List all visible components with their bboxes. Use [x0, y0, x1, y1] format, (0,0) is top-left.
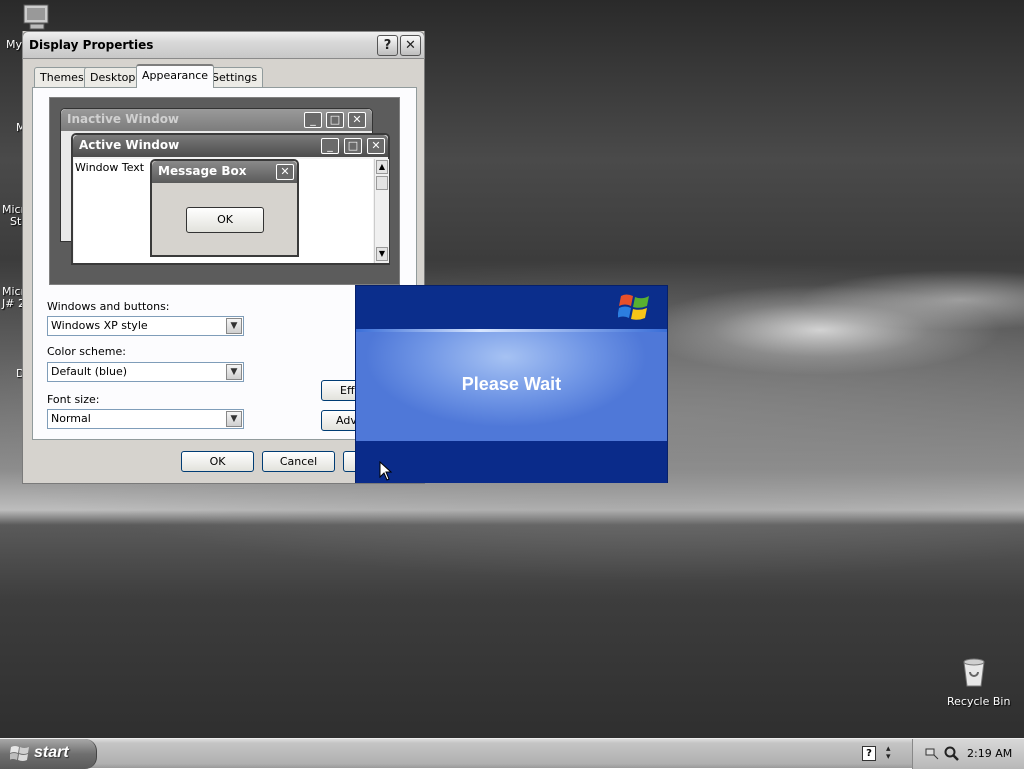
help-icon[interactable]: ? [862, 746, 876, 761]
help-button[interactable]: ? [377, 35, 398, 56]
windows-and-buttons-select[interactable]: Windows XP style ▼ [47, 316, 244, 336]
start-label: start [34, 744, 69, 761]
window-title: Display Properties [29, 38, 154, 52]
windows-flag-icon [9, 745, 30, 763]
tab-themes[interactable]: Themes [34, 67, 90, 87]
maximize-icon: □ [344, 138, 362, 154]
tab-settings[interactable]: Settings [206, 67, 264, 87]
search-icon[interactable] [943, 745, 959, 761]
preview-window-text: Window Text [75, 161, 145, 174]
minimize-icon: _ [304, 112, 322, 128]
recycle-bin-label[interactable]: Recycle Bin [947, 695, 1010, 708]
tab-appearance[interactable]: Appearance [136, 64, 215, 88]
scroll-thumb [376, 176, 388, 190]
font-size-select[interactable]: Normal ▼ [47, 409, 244, 429]
scroll-up-icon: ▲ [376, 160, 388, 174]
tray-arrow-icon[interactable]: ▴ ▾ [886, 745, 896, 763]
windows-and-buttons-value: Windows XP style [51, 319, 148, 332]
taskbar: start ? ▴ ▾ 2:19 AM [0, 738, 1024, 769]
color-scheme-label: Color scheme: [47, 345, 126, 358]
desktop-background: My M Micr St Micr J# 2 D Recycle Bin Dis… [0, 0, 1024, 769]
close-button[interactable]: ✕ [400, 35, 421, 56]
start-button[interactable]: start [0, 739, 97, 769]
ok-button[interactable]: OK [181, 451, 254, 472]
windows-logo-icon [617, 292, 652, 324]
windows-and-buttons-label: Windows and buttons: [47, 300, 170, 313]
system-tray: 2:19 AM [912, 739, 1024, 769]
desktop-icon-label[interactable]: My [6, 38, 22, 51]
maximize-icon: □ [326, 112, 344, 128]
window-titlebar[interactable]: Display Properties ? ✕ [22, 31, 425, 59]
minimize-icon: _ [321, 138, 339, 154]
tab-desktop[interactable]: Desktop [84, 67, 142, 87]
close-icon: ✕ [276, 164, 294, 180]
chevron-down-icon[interactable]: ▼ [226, 364, 242, 380]
splash-bottom-band [356, 441, 667, 483]
close-icon: ✕ [348, 112, 366, 128]
my-computer-icon[interactable] [22, 3, 54, 31]
please-wait-dialog: Please Wait [355, 285, 668, 483]
desktop-icon-label[interactable]: St [10, 215, 21, 228]
preview-active-title: Active Window [73, 135, 388, 157]
please-wait-message: Please Wait [461, 374, 562, 394]
mouse-cursor-icon [379, 460, 393, 481]
color-scheme-select[interactable]: Default (blue) ▼ [47, 362, 244, 382]
recycle-bin-icon[interactable] [958, 656, 990, 688]
scroll-down-icon: ▼ [376, 247, 388, 261]
network-icon[interactable] [925, 746, 939, 760]
preview-scrollbar: ▲ ▼ [374, 159, 389, 263]
chevron-down-icon[interactable]: ▼ [226, 318, 242, 334]
chevron-down-icon[interactable]: ▼ [226, 411, 242, 427]
color-scheme-value: Default (blue) [51, 365, 128, 378]
appearance-preview: Inactive Window _ □ ✕ Active Window _ □ … [49, 97, 400, 285]
preview-message-box: Message Box ✕ OK [150, 159, 299, 257]
preview-ok-button: OK [186, 207, 264, 233]
clock[interactable]: 2:19 AM [967, 747, 1012, 760]
font-size-value: Normal [51, 412, 91, 425]
close-icon: ✕ [367, 138, 385, 154]
cancel-button[interactable]: Cancel [262, 451, 335, 472]
font-size-label: Font size: [47, 393, 100, 406]
